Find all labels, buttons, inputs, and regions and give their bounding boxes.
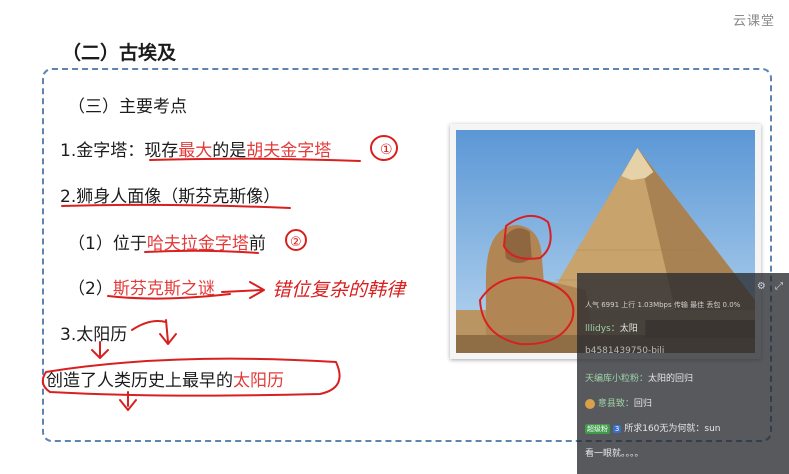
chat-user: lllidys： (585, 324, 620, 334)
point-2-2-riddle: 斯芬克斯之谜 (112, 279, 215, 299)
chat-message-1: lllidys：太阳 (585, 321, 638, 334)
point-3-desc: 创造了人类历史上最早的太阳历 (46, 366, 284, 391)
subtitle: （三）主要考点 (68, 97, 187, 117)
section-heading: （二）古埃及 (62, 42, 177, 64)
chat-text: b4581439750-bili (585, 346, 665, 356)
fan-badge: 超级粉 (585, 424, 610, 434)
stream-stats: 人气 6991 上行 1.03Mbps 传输 最佳 丢包 0.0% (585, 301, 741, 309)
point-1-prefix: 1.金字塔： (60, 141, 145, 161)
point-2-1-khafre: 哈夫拉金字塔 (146, 234, 249, 254)
point-1: 1.金字塔：现存最大的是胡夫金字塔 (60, 136, 331, 161)
point-2-2-prefix: （2） (68, 279, 113, 299)
chat-message-6: 看一眼就。。。。 (585, 446, 644, 459)
live-chat-panel: ⚙ ⤢ 人气 6991 上行 1.03Mbps 传输 最佳 丢包 0.0% ll… (577, 273, 789, 474)
chat-text: 看一眼就。。。。 (585, 449, 644, 459)
chat-text: 所求160无为何就：sun (624, 424, 721, 434)
chat-message-4: 意县致：回归 (585, 396, 652, 409)
point-1-khufu: 胡夫金字塔 (246, 141, 332, 161)
chat-text: 太阳 (619, 324, 638, 334)
level-badge: 3 (612, 425, 622, 433)
chat-message-5: 超级粉 3 所求160无为何就：sun (585, 421, 721, 434)
settings-icon[interactable]: ⚙ (757, 281, 766, 292)
user-avatar (585, 398, 595, 409)
chat-user: 天编库小粒粉： (585, 374, 649, 384)
point-2-1: （1）位于哈夫拉金字塔前 (68, 229, 266, 254)
point-2-1-suffix: 前 (248, 234, 266, 254)
expand-icon[interactable]: ⤢ (775, 281, 783, 292)
chat-user: 意县致： (597, 399, 634, 409)
platform-logo: 云课堂 (732, 14, 775, 29)
point-2-2: （2）斯芬克斯之谜 (68, 274, 215, 299)
point-3-desc-prefix: 创造了人类历史上最早的 (46, 371, 233, 391)
chat-message-3: 天编库小粒粉：太阳的回归 (585, 371, 693, 384)
point-1-text-c: 的是 (212, 141, 247, 161)
point-1-largest: 最大 (178, 141, 213, 161)
panel-icons: ⚙ ⤢ (757, 281, 783, 292)
point-2: 2.狮身人面像（斯芬克斯像） (60, 187, 281, 207)
chat-text: 太阳的回归 (648, 374, 694, 384)
chat-text: 回归 (633, 399, 652, 409)
point-3-desc-calendar: 太阳历 (233, 371, 284, 391)
chat-message-2: b4581439750-bili (585, 346, 664, 356)
point-2-1-prefix: （1）位于 (68, 234, 147, 254)
point-1-text-a: 现存 (144, 141, 179, 161)
point-3: 3.太阳历 (60, 325, 128, 345)
